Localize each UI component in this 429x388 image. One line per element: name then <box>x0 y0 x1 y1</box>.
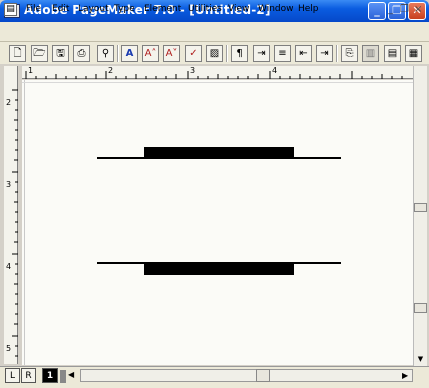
align-icon[interactable]: ⇥ <box>253 45 270 62</box>
find-icon[interactable]: ⚲ <box>97 45 114 62</box>
menu-element[interactable]: Element <box>144 4 181 14</box>
menu-type[interactable]: Type <box>114 4 135 14</box>
page-tab-divider <box>60 370 66 383</box>
open-icon[interactable]: 🗁 <box>31 45 48 62</box>
page-edge <box>24 80 25 365</box>
scroll-marker[interactable] <box>414 303 427 313</box>
ruler-label: 5 <box>6 344 12 353</box>
horizontal-scrollbar[interactable] <box>80 369 413 382</box>
scroll-right-icon[interactable]: ▶ <box>402 371 408 380</box>
page-scroll-left-icon[interactable]: ◀ <box>68 370 74 379</box>
vertical-ruler[interactable] <box>4 66 18 364</box>
scroll-thumb[interactable] <box>414 203 427 212</box>
outdent-icon[interactable]: ⇥ <box>316 45 333 62</box>
ruler-label: 2 <box>6 98 12 107</box>
rule-block[interactable] <box>144 147 294 159</box>
right-master-page-icon[interactable]: R <box>21 368 36 383</box>
spelling-icon[interactable]: ✓ <box>185 45 202 62</box>
layers-icon[interactable]: ▥ <box>362 45 379 62</box>
print-icon[interactable]: ⎙ <box>73 45 90 62</box>
scroll-thumb[interactable] <box>256 369 270 382</box>
horizontal-ruler[interactable] <box>22 66 413 79</box>
new-icon[interactable]: 🗋 <box>9 45 26 62</box>
menu-help[interactable]: Help <box>298 4 319 14</box>
left-master-page-icon[interactable]: L <box>5 368 20 383</box>
page-1-icon[interactable]: 1 <box>42 368 58 383</box>
colors-icon[interactable]: ▦ <box>405 45 422 62</box>
document-icon[interactable]: ▤ <box>4 3 17 16</box>
ruler-label: 3 <box>6 180 12 189</box>
text-tool-icon[interactable]: A <box>121 45 138 62</box>
toolbar-separator <box>117 45 119 62</box>
menu-file[interactable]: File <box>26 4 41 14</box>
mdi-minimize-button[interactable]: _ <box>388 4 393 15</box>
styles-icon[interactable]: ▤ <box>384 45 401 62</box>
toolbar-separator <box>336 45 338 62</box>
vertical-scrollbar[interactable] <box>413 66 427 366</box>
ruler-label: 1 <box>28 66 34 75</box>
page-canvas[interactable] <box>22 80 413 365</box>
ruler-label: 2 <box>108 66 114 75</box>
ruler-label: 3 <box>190 66 196 75</box>
indent-icon[interactable]: ⇤ <box>295 45 312 62</box>
menu-view[interactable]: View <box>228 4 249 14</box>
ruler-label: 4 <box>272 66 278 75</box>
minimize-button[interactable]: _ <box>368 2 386 20</box>
menu-bar <box>0 22 429 42</box>
mdi-close-button[interactable]: × <box>414 4 422 15</box>
font-size-down-icon[interactable]: A˅ <box>163 45 180 62</box>
mdi-restore-button[interactable]: ❐ <box>400 4 409 15</box>
image-icon[interactable]: ▨ <box>206 45 223 62</box>
menu-edit[interactable]: Edit <box>52 4 69 14</box>
ruler-label: 4 <box>6 262 12 271</box>
save-icon[interactable]: 🖫 <box>52 45 69 62</box>
frame-icon[interactable]: ⎘ <box>341 45 358 62</box>
menu-window[interactable]: Window <box>258 4 294 14</box>
bullets-icon[interactable]: ≡ <box>274 45 291 62</box>
menu-layout[interactable]: Layout <box>78 4 109 14</box>
font-size-up-icon[interactable]: A˄ <box>142 45 159 62</box>
menu-utilities[interactable]: Utilities <box>188 4 222 14</box>
rule-block[interactable] <box>144 263 294 275</box>
toolbar-separator <box>226 45 228 62</box>
page-edge <box>22 82 413 83</box>
scroll-down-icon[interactable]: ▼ <box>414 354 427 364</box>
paragraph-icon[interactable]: ¶ <box>231 45 248 62</box>
